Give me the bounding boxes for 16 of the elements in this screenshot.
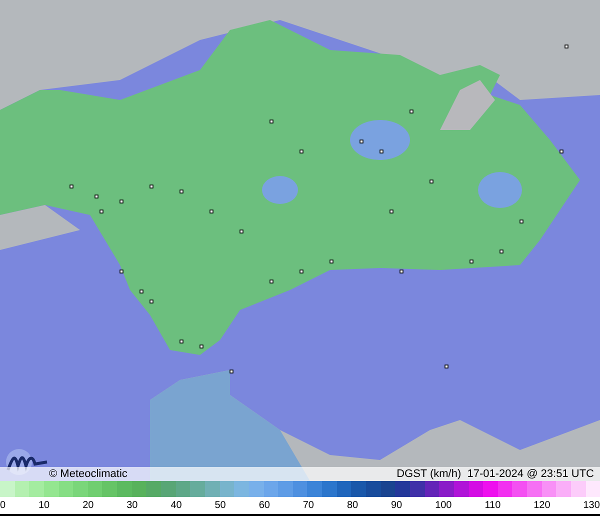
scale-label: 30 xyxy=(126,500,138,510)
scale-label: 0 xyxy=(0,500,6,510)
scale-label: 70 xyxy=(302,500,314,510)
scale-label: 100 xyxy=(435,500,452,510)
scale-label: 110 xyxy=(484,500,501,510)
scale-label: 40 xyxy=(170,500,182,510)
scale-label: 80 xyxy=(346,500,358,510)
map-caption: DGST (km/h) 17-01-2024 @ 23:51 UTC xyxy=(396,468,594,480)
scale-label: 60 xyxy=(258,500,270,510)
scale-label: 120 xyxy=(534,500,550,510)
scale-label: 10 xyxy=(38,500,50,510)
scale-label: 50 xyxy=(214,500,226,510)
scale-label: 90 xyxy=(391,500,402,510)
scale-label: 130 xyxy=(583,500,600,510)
credit-text: © Meteoclimatic xyxy=(49,468,128,480)
scale-label: 20 xyxy=(82,500,94,510)
